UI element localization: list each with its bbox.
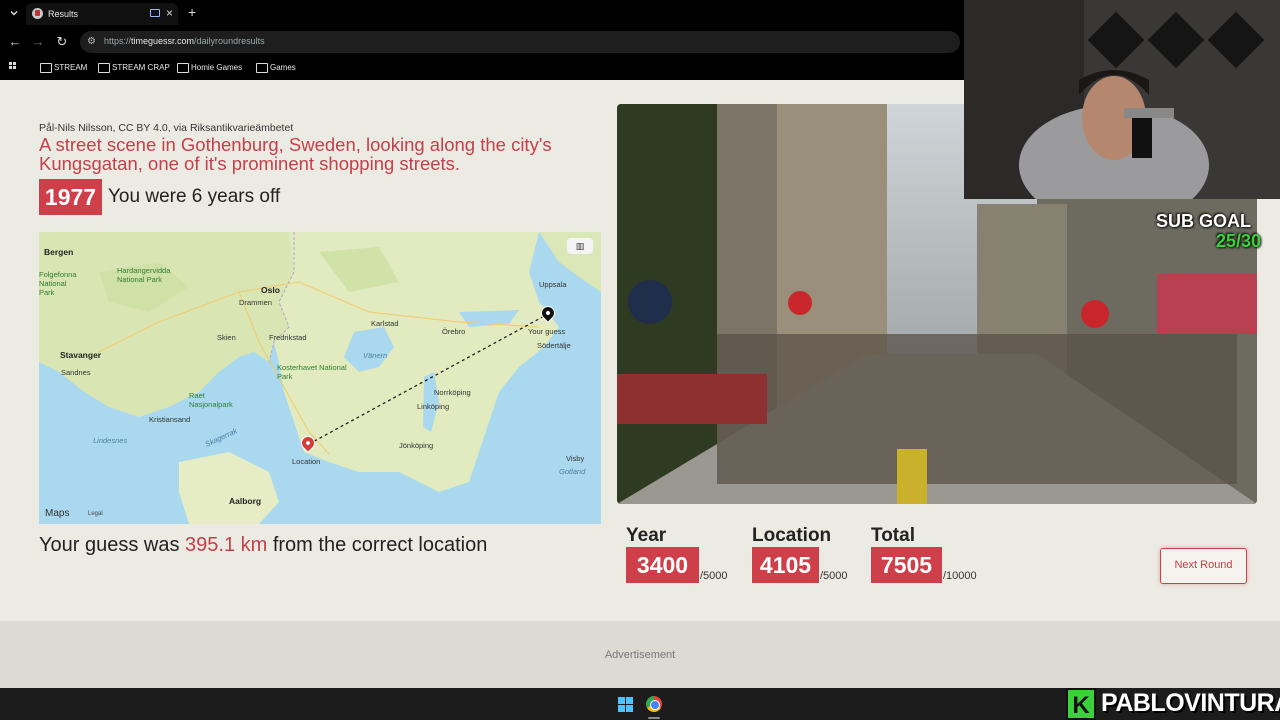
total-score-max: /10000	[943, 570, 977, 582]
bookmarks-bar: STREAM STREAM CRAP Homie Games Games	[0, 56, 964, 80]
close-tab-icon[interactable]: ×	[166, 6, 173, 20]
picture-in-picture-icon[interactable]	[150, 9, 160, 17]
map-label-folgefonna: Folgefonna National Park	[39, 270, 77, 297]
timeguessr-favicon-icon	[32, 8, 43, 19]
map-label-norrkoping: Norrköping	[434, 388, 471, 397]
maps-brand: Maps	[45, 508, 70, 519]
map-label-kosterhavet: Kosterhavet National Park	[277, 363, 347, 381]
map-label-sodertalje: Södertälje	[537, 341, 571, 350]
advertisement-band: Advertisement	[0, 621, 1280, 688]
map-label-vanern: Vänern	[363, 351, 388, 360]
map-label-hardangervidda: Hardangervidda National Park	[117, 266, 171, 284]
map-label-visby: Visby	[566, 454, 585, 463]
distance-value: 395.1 km	[185, 534, 268, 556]
maps-legal-link[interactable]: Legal	[88, 511, 103, 517]
map-label-your-guess: Your guess	[528, 327, 566, 336]
map-label-sandnes: Sandnes	[61, 368, 91, 377]
streamer-logo: K	[1066, 688, 1096, 720]
bookmark-folder-games[interactable]: Games	[256, 62, 296, 74]
map-label-fredrikstad: Fredrikstad	[269, 333, 307, 342]
map-label-stavanger: Stavanger	[60, 350, 102, 360]
site-info-icon[interactable]: ⚙	[87, 36, 99, 48]
year-score-label: Year	[626, 525, 667, 546]
years-off-text: You were 6 years off	[108, 186, 281, 207]
map-label-oslo: Oslo	[261, 285, 280, 295]
sub-goal-count: 25/30	[1216, 231, 1262, 251]
new-tab-button[interactable]: +	[188, 4, 196, 20]
chevron-down-icon[interactable]	[8, 7, 20, 19]
map-label-karlstad: Karlstad	[371, 319, 399, 328]
forward-arrow-icon[interactable]: →	[29, 33, 47, 51]
reload-icon[interactable]: ↻	[53, 33, 71, 51]
windows-start-icon[interactable]	[618, 697, 633, 712]
bookmark-folder-stream[interactable]: STREAM	[40, 62, 87, 74]
map-label-linkoping: Linköping	[417, 402, 450, 411]
map-label-drammen: Drammen	[239, 298, 272, 307]
tab-title: Results	[48, 9, 79, 19]
browser-nav-bar: ← → ↻ ⚙ https://timeguessr.com/dailyroun…	[0, 28, 964, 56]
year-score-max: /5000	[700, 570, 728, 582]
map-label-uppsala: Uppsala	[539, 280, 567, 289]
map-label-lindesnes: Lindesnes	[93, 436, 128, 445]
apps-grid-icon[interactable]	[9, 62, 19, 72]
total-score-value: 7505	[871, 547, 942, 583]
map-label-skien: Skien	[217, 333, 236, 342]
back-arrow-icon[interactable]: ←	[6, 33, 24, 51]
distance-summary: Your guess was 395.1 km from the correct…	[39, 534, 488, 556]
result-map[interactable]: Bergen Oslo Drammen Uppsala Hardangervid…	[39, 232, 601, 524]
location-score-max: /5000	[820, 570, 848, 582]
map-label-gotland: Gotland	[559, 467, 586, 476]
map-type-icon[interactable]: ▥	[567, 238, 593, 254]
location-score-value: 4105	[752, 547, 819, 583]
map-label-jonkoping: Jönköping	[399, 441, 434, 450]
sub-goal-label: SUB GOAL	[1156, 211, 1252, 231]
webcam-overlay	[964, 0, 1280, 199]
map-label-orebro: Örebro	[442, 327, 466, 336]
bookmark-folder-stream-crap[interactable]: STREAM CRAP	[98, 62, 170, 74]
next-round-button[interactable]: Next Round	[1160, 548, 1247, 584]
bookmark-folder-homie-games[interactable]: Homie Games	[177, 62, 242, 74]
advertisement-label: Advertisement	[604, 649, 676, 661]
address-bar[interactable]: ⚙ https://timeguessr.com/dailyroundresul…	[80, 31, 960, 53]
active-app-indicator	[648, 717, 660, 719]
browser-tab[interactable]: Results ×	[26, 3, 178, 25]
streamer-name: PABLOVINTURA	[1101, 689, 1280, 717]
location-score-label: Location	[752, 525, 832, 546]
correct-year-badge: 1977	[39, 179, 102, 215]
url-text: https://timeguessr.com/dailyroundresults	[104, 36, 265, 46]
year-score-value: 3400	[626, 547, 699, 583]
map-label-raet: Raet Nasjonalpark	[189, 391, 233, 409]
map-label-aalborg: Aalborg	[229, 496, 262, 506]
map-label-location: Location	[292, 457, 321, 466]
map-label-bergen: Bergen	[44, 247, 74, 257]
map-label-kristiansand: Kristiansand	[149, 415, 191, 424]
photo-description: A street scene in Gothenburg, Sweden, lo…	[39, 134, 552, 174]
total-score-label: Total	[871, 525, 915, 546]
photo-credit: Pål-Nils Nilsson, CC BY 4.0, via Riksant…	[39, 122, 294, 134]
chrome-taskbar-icon[interactable]	[646, 696, 662, 712]
